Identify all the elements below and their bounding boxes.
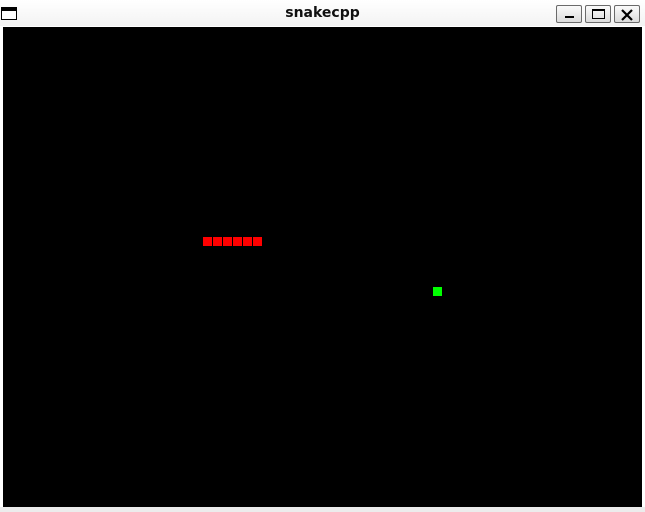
close-icon <box>621 9 633 21</box>
snake-segment <box>223 237 232 246</box>
window-title: snakecpp <box>285 5 360 21</box>
snake-segment <box>243 237 252 246</box>
maximize-icon <box>592 9 605 19</box>
window-frame-bottom <box>0 507 645 512</box>
minimize-button[interactable] <box>556 5 582 23</box>
minimize-icon <box>565 16 574 18</box>
title-bar[interactable]: snakecpp <box>0 0 645 26</box>
snake-head <box>253 237 262 246</box>
close-button[interactable] <box>614 5 640 23</box>
snake-segment <box>233 237 242 246</box>
game-canvas[interactable] <box>3 27 642 507</box>
snake-segment <box>203 237 212 246</box>
food-pellet <box>433 287 442 296</box>
snake-segment <box>213 237 222 246</box>
app-window: snakecpp <box>0 0 645 512</box>
maximize-button[interactable] <box>585 5 611 23</box>
